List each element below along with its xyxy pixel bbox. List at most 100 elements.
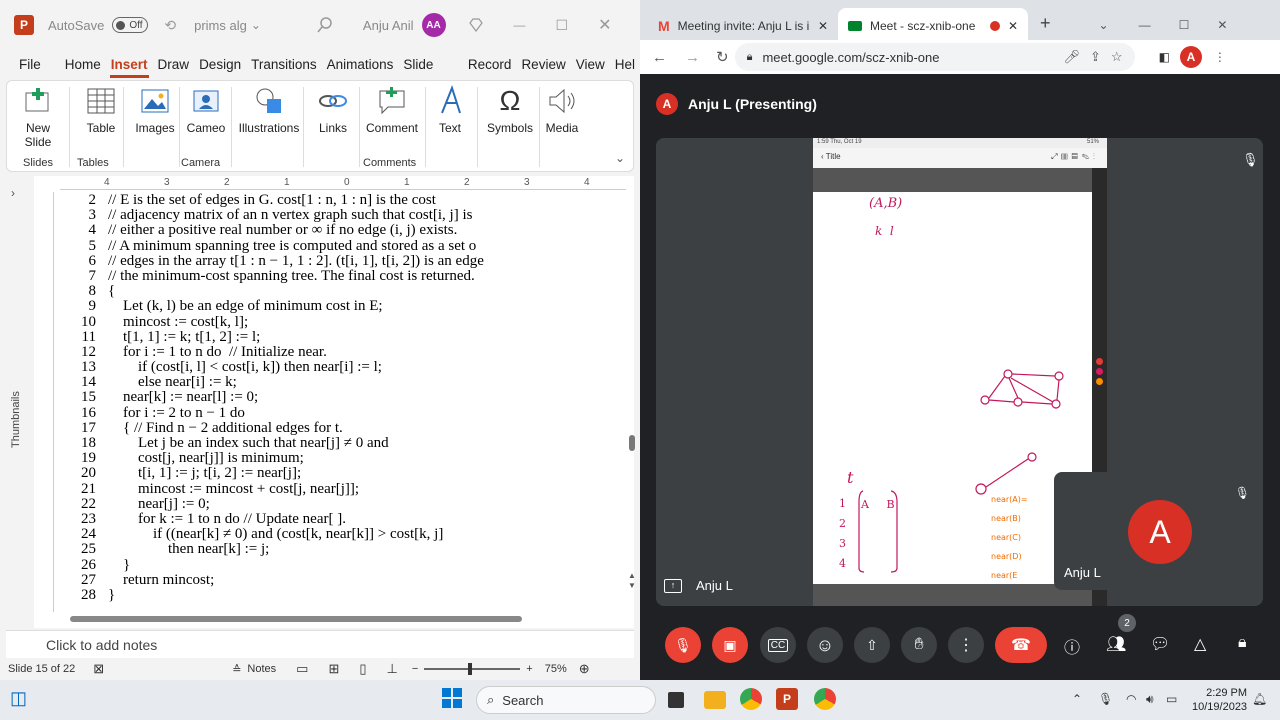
- zoom-out-icon[interactable]: −: [412, 663, 418, 675]
- tab-search-icon[interactable]: ⌄: [1099, 18, 1109, 32]
- battery-icon[interactable]: ▭: [1166, 692, 1177, 706]
- new-tab-icon[interactable]: +: [1040, 13, 1051, 34]
- text-button[interactable]: Text: [425, 85, 475, 135]
- show-hidden-icons[interactable]: ⌃: [1072, 692, 1082, 706]
- autosave-toggle[interactable]: Off: [112, 17, 149, 33]
- volume-icon[interactable]: 🔊︎: [1146, 692, 1154, 707]
- info-icon[interactable]: ⓘ: [1064, 634, 1080, 658]
- undo-icon[interactable]: ⟲: [164, 17, 176, 34]
- bookmark-star-icon[interactable]: ☆: [1111, 49, 1123, 65]
- host-controls-icon[interactable]: 🔒︎: [1238, 634, 1247, 652]
- zoom-level[interactable]: 75%: [545, 663, 567, 675]
- powerpoint-taskbar-icon[interactable]: P: [776, 688, 798, 710]
- taskbar-search[interactable]: ⌕ Search: [476, 686, 656, 714]
- tab-design[interactable]: Design: [194, 50, 246, 80]
- camera-off-button[interactable]: ▣: [712, 627, 748, 663]
- close-icon[interactable]: ✕: [1217, 18, 1227, 32]
- tab-home[interactable]: Home: [60, 50, 106, 80]
- tab-view[interactable]: View: [571, 50, 610, 80]
- start-button[interactable]: [442, 688, 466, 712]
- new-slide-button[interactable]: New Slide: [13, 85, 63, 149]
- profile-avatar[interactable]: A: [1179, 46, 1202, 68]
- reading-view-icon[interactable]: ▯: [359, 661, 366, 677]
- notifications-icon[interactable]: 🔔︎: [1252, 692, 1267, 706]
- notes-icon[interactable]: ≙: [232, 663, 241, 676]
- more-options-button[interactable]: ⋮: [948, 627, 984, 663]
- minimize-icon[interactable]: —: [514, 18, 526, 32]
- mic-icon[interactable]: 🎤︎: [1064, 49, 1081, 65]
- chat-icon[interactable]: 💬︎: [1150, 634, 1170, 654]
- forward-icon[interactable]: →: [685, 49, 700, 66]
- mic-off-button[interactable]: 🎙︎: [665, 627, 701, 663]
- tab-slide-show[interactable]: Slide Show: [398, 50, 462, 102]
- zoom-slider[interactable]: [424, 663, 521, 675]
- presenter-view-icon[interactable]: ⊥: [387, 661, 398, 677]
- maximize-icon[interactable]: ☐: [1179, 18, 1190, 32]
- task-view-icon[interactable]: [668, 692, 684, 708]
- symbols-button[interactable]: Ω Symbols: [477, 85, 543, 135]
- present-button[interactable]: ⇧: [854, 627, 890, 663]
- notes-button[interactable]: Notes: [247, 663, 276, 675]
- thumbnails-pane[interactable]: › Thumbnails: [0, 176, 34, 628]
- close-icon[interactable]: ✕: [598, 15, 611, 35]
- tab-record[interactable]: Record: [463, 50, 517, 80]
- clock[interactable]: 2:29 PM 10/19/2023: [1192, 686, 1247, 714]
- captions-button[interactable]: CC: [760, 627, 796, 663]
- collapse-ribbon-icon[interactable]: ⌄: [615, 151, 625, 165]
- cameo-button[interactable]: Cameo: [179, 85, 233, 135]
- tab-meeting-invite[interactable]: M Meeting invite: Anju L is in ✕: [648, 8, 838, 44]
- tab-insert[interactable]: Insert: [106, 50, 153, 80]
- file-explorer-icon[interactable]: [704, 691, 726, 709]
- leave-call-button[interactable]: ☎︎: [995, 627, 1047, 663]
- close-tab-icon[interactable]: ✕: [1008, 19, 1018, 33]
- camera-off-icon: ▣: [723, 636, 737, 653]
- tab-help[interactable]: Hel: [610, 50, 640, 80]
- menu-icon[interactable]: ⋮: [1214, 50, 1226, 64]
- tab-draw[interactable]: Draw: [153, 50, 195, 80]
- self-view-tile[interactable]: A 🎙︎ Anju L: [1054, 472, 1263, 590]
- file-name[interactable]: prims alg: [194, 18, 247, 33]
- media-button[interactable]: Media: [539, 85, 585, 135]
- chrome-icon[interactable]: [740, 688, 762, 710]
- diamond-icon[interactable]: [468, 17, 484, 33]
- user-avatar[interactable]: AA: [421, 13, 446, 37]
- horizontal-scrollbar[interactable]: [60, 614, 620, 624]
- illustrations-button[interactable]: Illustrations: [231, 85, 307, 135]
- back-icon[interactable]: ←: [652, 49, 667, 66]
- reactions-button[interactable]: ☺: [807, 627, 843, 663]
- tab-file[interactable]: File: [14, 50, 46, 80]
- share-icon[interactable]: ⇪: [1090, 49, 1101, 65]
- vertical-scrollbar[interactable]: ▲ ▼: [627, 193, 637, 613]
- zoom-in-icon[interactable]: +: [526, 663, 532, 675]
- expand-thumbnails-icon[interactable]: ›: [11, 186, 15, 200]
- images-button[interactable]: Images: [125, 85, 185, 135]
- activities-icon[interactable]: △: [1194, 634, 1206, 654]
- tab-transitions[interactable]: Transitions: [246, 50, 322, 80]
- fit-slide-icon[interactable]: ⊕: [579, 661, 590, 677]
- links-button[interactable]: Links: [305, 85, 361, 135]
- side-panel-icon[interactable]: ◧: [1159, 50, 1170, 64]
- mic-tray-icon[interactable]: 🎙︎: [1098, 692, 1113, 706]
- tab-animations[interactable]: Animations: [322, 50, 399, 80]
- people-icon[interactable]: 👥︎: [1106, 634, 1126, 654]
- tab-review[interactable]: Review: [516, 50, 570, 80]
- search-icon[interactable]: [317, 17, 333, 33]
- widgets-icon[interactable]: ◫: [10, 688, 34, 712]
- notes-pane[interactable]: Click to add notes: [6, 630, 634, 658]
- slide-code-content[interactable]: 2 // E is the set of edges in G. cost[1 :…: [62, 193, 624, 613]
- comment-button[interactable]: Comment: [359, 85, 425, 135]
- minimize-icon[interactable]: —: [1139, 18, 1151, 32]
- maximize-icon[interactable]: ☐: [556, 17, 569, 34]
- tab-meet[interactable]: Meet - scz-xnib-one ✕: [838, 8, 1028, 44]
- reload-icon[interactable]: ↻: [716, 48, 729, 66]
- chrome-profile-icon[interactable]: [814, 688, 836, 710]
- wifi-icon[interactable]: ◠: [1126, 692, 1136, 706]
- url-bar[interactable]: 🔒︎ meet.google.com/scz-xnib-one 🎤︎ ⇪ ☆: [734, 43, 1135, 71]
- accessibility-icon[interactable]: ⊠: [93, 661, 104, 677]
- close-tab-icon[interactable]: ✕: [818, 19, 828, 33]
- normal-view-icon[interactable]: ▭: [296, 661, 308, 677]
- slide-sorter-icon[interactable]: ⊞: [328, 661, 339, 677]
- table-button[interactable]: Table: [73, 85, 129, 135]
- raise-hand-button[interactable]: ✋︎: [901, 627, 937, 663]
- group-camera: Camera: [181, 157, 221, 169]
